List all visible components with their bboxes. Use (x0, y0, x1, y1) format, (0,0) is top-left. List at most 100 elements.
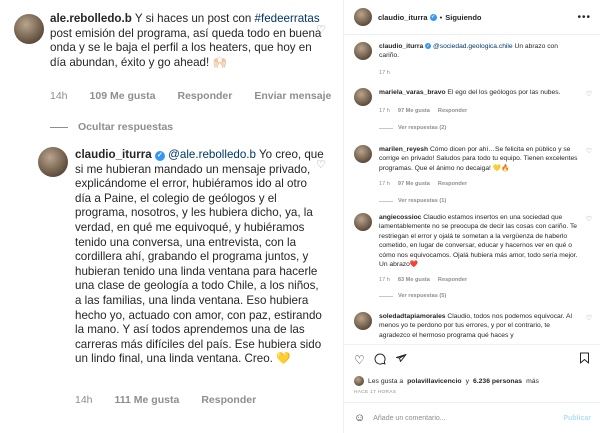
view-replies-button[interactable]: Ver respuestas (5) (379, 293, 446, 299)
comment-meta: 14h 109 Me gusta Responder Enviar mensaj… (50, 90, 331, 102)
zoomed-comments-panel: ale.rebolledo.b Y si haces un post con #… (0, 0, 343, 433)
view-replies-label: Ver respuestas (5) (398, 293, 447, 299)
heart-icon[interactable]: ♡ (586, 147, 592, 155)
publish-button[interactable]: Publicar (563, 415, 591, 422)
share-icon[interactable] (395, 353, 407, 368)
comment-text: soledadtapiamorales Claudio, todos nos p… (379, 312, 579, 340)
reply-button[interactable]: Responder (438, 181, 467, 187)
likes-count[interactable]: 6.236 personas (473, 378, 522, 385)
comment-time: 14h (75, 394, 93, 406)
send-message-button[interactable]: Enviar mensaje (254, 90, 331, 102)
avatar[interactable] (354, 376, 364, 386)
likes-count[interactable]: 97 Me gusta (398, 108, 430, 114)
avatar[interactable] (354, 145, 372, 163)
comment-text: post emisión del programa, así queda tod… (50, 26, 322, 69)
divider (50, 126, 68, 128)
comment-time: 14h (50, 90, 68, 102)
post-actions: ♡ (354, 352, 594, 368)
comment-text: angiecossioc Claudio estamos insertos en… (379, 213, 579, 269)
comment-username[interactable]: ale.rebolledo.b (50, 12, 132, 25)
hide-replies-button[interactable]: Ocultar respuestas (50, 121, 173, 133)
avatar[interactable] (38, 147, 68, 177)
reply-button[interactable]: Responder (438, 108, 467, 114)
heart-icon[interactable]: ♡ (316, 25, 327, 36)
hashtag-link[interactable]: #fedeerratas (255, 12, 320, 25)
heart-icon[interactable]: ♡ (586, 215, 592, 223)
caption: claudio_iturra ✓ @sociedad.geologica.chi… (354, 42, 594, 82)
view-replies-button[interactable]: Ver respuestas (2) (379, 125, 446, 131)
comment-text: mariela_varas_bravo El ego del los geólo… (379, 88, 579, 97)
comment-username[interactable]: mariela_varas_bravo (379, 89, 446, 96)
post-timestamp: HACE 17 HORAS (354, 390, 397, 395)
smile-icon[interactable]: ☺ (354, 412, 365, 424)
heart-icon[interactable]: ♡ (586, 90, 592, 98)
list-item: angiecossioc Claudio estamos insertos en… (354, 213, 594, 307)
comment-ale: ale.rebolledo.b Y si haces un post con #… (50, 12, 322, 70)
caption-username[interactable]: claudio_iturra (379, 43, 423, 50)
caption-meta: 17 h (379, 70, 390, 76)
verified-badge-icon: ✓ (425, 43, 432, 49)
avatar[interactable] (354, 8, 372, 26)
list-item: mariela_varas_bravo El ego del los geólo… (354, 88, 594, 138)
comment-text: Yo creo, que si me hubieran mandado un m… (75, 148, 324, 366)
heart-icon[interactable]: ♡ (586, 314, 592, 322)
likes-connector: y (465, 377, 469, 385)
separator-dot: • (439, 12, 443, 22)
avatar[interactable] (354, 88, 372, 106)
avatar[interactable] (354, 312, 372, 330)
post-header: claudio_iturra ✓ • Siguiendo ••• (344, 0, 600, 35)
avatar[interactable] (354, 213, 372, 231)
verified-badge-icon: ✓ (429, 13, 437, 21)
view-replies-label: Ver respuestas (1) (398, 198, 447, 204)
comment-meta: 17 h 97 Me gusta Responder (379, 181, 467, 187)
likes-count[interactable]: 97 Me gusta (398, 181, 430, 187)
avatar[interactable] (14, 14, 44, 44)
caption-text: claudio_iturra ✓ @sociedad.geologica.chi… (379, 42, 579, 61)
reply-button[interactable]: Responder (438, 277, 467, 283)
divider (379, 127, 393, 129)
caption-time: 17 h (379, 70, 390, 76)
avatar[interactable] (354, 42, 372, 60)
comment-meta: 14h 111 Me gusta Responder (75, 394, 256, 406)
mention-link[interactable]: @sociedad.geologica.chile (433, 43, 513, 50)
view-replies-label: Ver respuestas (2) (398, 125, 447, 131)
comment-username[interactable]: claudio_iturra (75, 148, 152, 161)
bookmark-icon[interactable] (579, 352, 590, 367)
divider (379, 200, 393, 202)
likes-suffix: más (526, 377, 539, 385)
comment-username[interactable]: angiecossioc (379, 214, 421, 221)
liked-by-user[interactable]: polavillavicencio (407, 378, 461, 385)
following-button[interactable]: Siguiendo (445, 13, 481, 22)
hide-replies-label: Ocultar respuestas (78, 121, 174, 133)
comment-input[interactable]: Añade un comentario... (373, 415, 445, 422)
likes-prefix: Les gusta a (368, 377, 404, 385)
comment-username[interactable]: marilen_reyesh (379, 146, 428, 153)
add-comment-bar: ☺ Añade un comentario... Publicar (344, 402, 600, 433)
comment-meta: 17 h 97 Me gusta Responder (379, 108, 467, 114)
comment-username[interactable]: soledadtapiamorales (379, 313, 446, 320)
more-options-icon[interactable]: ••• (577, 12, 591, 23)
likes-count[interactable]: 109 Me gusta (90, 90, 156, 102)
divider (344, 344, 600, 345)
post-panel: claudio_iturra ✓ • Siguiendo ••• claudio… (343, 0, 600, 433)
mention-link[interactable]: @ale.rebolledo.b (168, 148, 256, 161)
reply-button[interactable]: Responder (177, 90, 232, 102)
comment-time: 17 h (379, 181, 390, 187)
view-replies-button[interactable]: Ver respuestas (1) (379, 198, 446, 204)
liked-by: Les gusta a polavillavicencio y 6.236 pe… (354, 376, 539, 386)
comment-body: El ego del los geólogos por las nubes. (447, 89, 561, 96)
comment-icon[interactable] (374, 353, 386, 368)
likes-count[interactable]: 83 Me gusta (398, 277, 430, 283)
likes-count[interactable]: 111 Me gusta (115, 394, 180, 406)
divider (379, 295, 393, 297)
comment-meta: 17 h 83 Me gusta Responder (379, 277, 467, 283)
comment-text: marilen_reyesh Cómo dicen por ahí…Se fel… (379, 145, 579, 173)
comment-body: Claudio estamos insertos en una sociedad… (379, 214, 578, 269)
heart-icon[interactable]: ♡ (316, 160, 327, 171)
header-username[interactable]: claudio_iturra (378, 13, 428, 22)
verified-badge-icon: ✓ (154, 151, 165, 161)
heart-icon[interactable]: ♡ (354, 353, 365, 367)
comment-claudio: claudio_iturra ✓ @ale.rebolledo.b Yo cre… (75, 148, 325, 367)
comment-text: Y si haces un post con (134, 12, 252, 25)
reply-button[interactable]: Responder (201, 394, 256, 406)
